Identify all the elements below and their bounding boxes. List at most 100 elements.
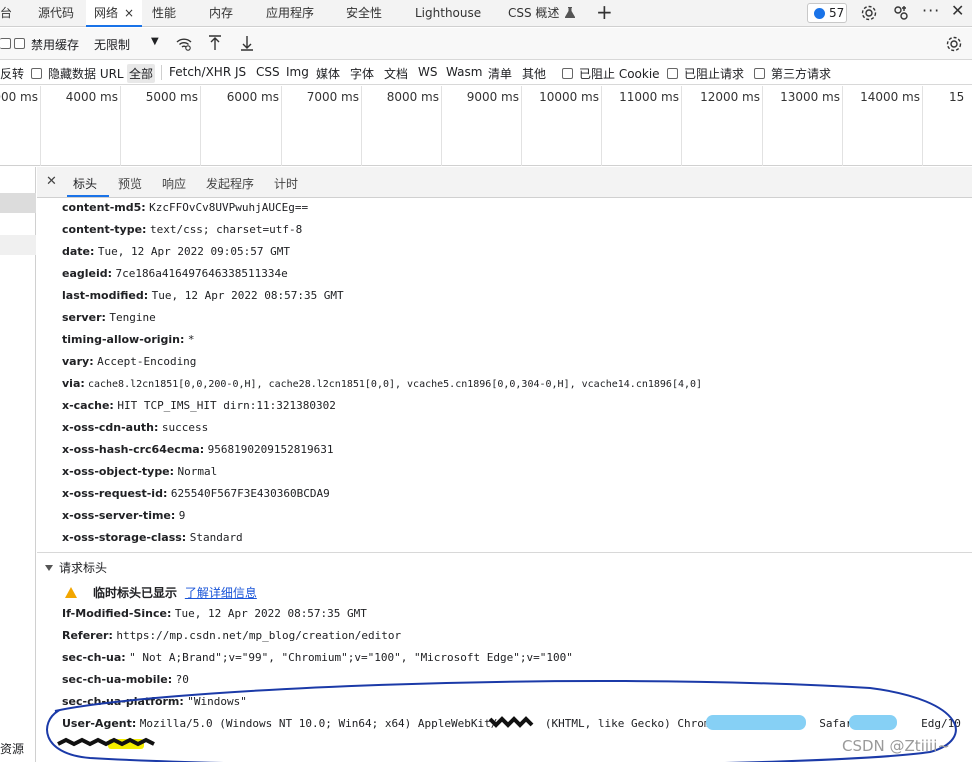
tab-label: CSS 概述	[508, 6, 560, 20]
header-row: x-oss-cdn-auth: success	[62, 421, 209, 434]
header-row: sec-ch-ua: " Not A;Brand";v="99", "Chrom…	[62, 651, 573, 664]
close-icon[interactable]: ×	[124, 6, 134, 20]
header-row: eagleid: 7ce186a416497646338511334e	[62, 267, 288, 280]
tab-label: 源代码	[38, 6, 75, 20]
tab-network[interactable]: 网络 ×	[86, 0, 143, 27]
filter-img[interactable]: Img	[286, 65, 309, 79]
header-row: x-oss-object-type: Normal	[62, 465, 218, 478]
filter-media[interactable]: 媒体	[316, 65, 340, 82]
header-row: content-type: text/css; charset=utf-8	[62, 223, 303, 236]
timeline-tick: 8000 ms	[361, 86, 441, 166]
blocked-requests-checkbox[interactable]	[667, 67, 678, 81]
hide-data-url-label: 隐藏数据 URL	[48, 67, 124, 81]
tab-performance[interactable]: 性能	[152, 0, 176, 27]
user-agent-row: User-Agent: Mozilla/5.0 (Windows NT 10.0…	[62, 717, 961, 730]
headers-panel: content-md5: KzcFFOvCv8UVPwuhjAUCEg== co…	[37, 199, 972, 762]
customize-icon[interactable]	[892, 4, 910, 22]
invert-label[interactable]: 反转	[0, 65, 24, 82]
filter-all[interactable]: 全部	[127, 64, 156, 83]
provisional-headers-warning: 临时标头已显示 了解详细信息	[65, 584, 257, 601]
request-list[interactable]: 资源	[0, 167, 36, 762]
header-row: x-cache: HIT TCP_IMS_HIT dirn:11:3213803…	[62, 399, 336, 412]
header-row: date: Tue, 12 Apr 2022 09:05:57 GMT	[62, 245, 290, 258]
header-row: sec-ch-ua-platform: "Windows"	[62, 695, 247, 708]
request-row[interactable]	[0, 235, 36, 255]
tab-memory[interactable]: 内存	[209, 0, 233, 27]
timeline-tick: 9000 ms	[441, 86, 521, 166]
header-row: x-oss-hash-crc64ecma: 956819020915281963…	[62, 443, 334, 456]
header-row: x-oss-storage-class: Standard	[62, 531, 243, 544]
filter-other[interactable]: 其他	[522, 65, 546, 82]
timeline-tick: 14000 ms	[842, 86, 922, 166]
add-tab-icon[interactable]: +	[596, 1, 613, 23]
tab-security[interactable]: 安全性	[346, 0, 382, 27]
third-party-checkbox[interactable]	[754, 67, 765, 81]
filter-doc[interactable]: 文档	[384, 65, 408, 82]
timeline-tick: 12000 ms	[681, 86, 762, 166]
tab-label: Lighthouse	[415, 6, 482, 20]
timeline-overview[interactable]: 000 ms 4000 ms 5000 ms 6000 ms 7000 ms 8…	[0, 86, 972, 166]
network-settings-icon[interactable]	[945, 35, 963, 53]
tab-label: 应用程序	[266, 6, 315, 20]
warning-icon	[65, 587, 77, 598]
timeline-tick: 4000 ms	[40, 86, 120, 166]
hide-data-url-checkbox[interactable]	[31, 67, 42, 81]
request-headers-toggle[interactable]: 请求标头	[45, 559, 107, 576]
flask-icon	[565, 7, 576, 18]
request-row-selected[interactable]	[0, 193, 36, 213]
settings-gear-icon[interactable]	[860, 4, 878, 22]
warning-text: 临时标头已显示	[93, 586, 178, 600]
tab-console[interactable]: 台	[0, 0, 12, 27]
issues-badge[interactable]: 57	[807, 3, 847, 23]
filter-js[interactable]: JS	[235, 65, 246, 79]
filter-css[interactable]: CSS	[256, 65, 280, 79]
blocked-cookies-checkbox[interactable]	[562, 67, 573, 81]
filter-ws[interactable]: WS	[418, 65, 437, 79]
section-title: 请求标头	[59, 561, 108, 575]
timeline-tick: 15	[922, 86, 972, 166]
blocked-cookies-label: 已阻止 Cookie	[579, 67, 660, 81]
tab-initiator[interactable]: 发起程序	[206, 175, 254, 192]
timeline-tick: 13000 ms	[762, 86, 842, 166]
tab-css-overview[interactable]: CSS 概述	[508, 0, 576, 27]
network-conditions-icon[interactable]	[176, 37, 192, 51]
timeline-tick: 7000 ms	[281, 86, 361, 166]
summary-resources-label: 资源	[0, 742, 25, 756]
blocked-requests-label: 已阻止请求	[684, 67, 745, 81]
network-toolbar: 禁用缓存 无限制 ▼	[0, 28, 972, 60]
disable-cache-checkbox[interactable]	[14, 37, 25, 51]
active-tab-indicator	[67, 195, 109, 197]
learn-more-link[interactable]: 了解详细信息	[185, 586, 257, 600]
issues-count: 57	[829, 6, 845, 20]
section-divider	[37, 552, 972, 553]
close-devtools-icon[interactable]: ✕	[951, 2, 964, 20]
tab-response[interactable]: 响应	[162, 175, 186, 192]
tab-label: 性能	[152, 6, 177, 20]
tab-timing[interactable]: 计时	[274, 175, 298, 192]
tab-label: 安全性	[346, 6, 383, 20]
tab-label: 台	[0, 6, 13, 20]
checkbox-cut[interactable]	[0, 37, 11, 51]
header-row: x-oss-server-time: 9	[62, 509, 186, 522]
header-row: timing-allow-origin: *	[62, 333, 195, 346]
filter-fetch-xhr[interactable]: Fetch/XHR	[169, 65, 231, 79]
filter-font[interactable]: 字体	[350, 65, 374, 82]
filter-manifest[interactable]: 清单	[488, 65, 512, 82]
tab-headers[interactable]: 标头	[73, 175, 97, 192]
tab-lighthouse[interactable]: Lighthouse	[415, 0, 481, 27]
header-row: x-oss-request-id: 625540F567F3E430360BCD…	[62, 487, 330, 500]
close-detail-icon[interactable]: ✕	[46, 174, 57, 189]
import-har-icon[interactable]	[208, 35, 222, 51]
tab-sources[interactable]: 源代码	[38, 0, 74, 27]
tab-preview[interactable]: 预览	[118, 175, 142, 192]
devtools-tab-bar: 台 源代码 网络 × 性能 内存 应用程序 安全性 Lighthouse CSS …	[0, 0, 972, 27]
detail-tabs: ✕ 标头 预览 响应 发起程序 计时	[37, 167, 972, 198]
dropdown-arrow-icon[interactable]: ▼	[151, 36, 159, 47]
more-options-icon[interactable]: ···	[922, 2, 940, 20]
export-har-icon[interactable]	[240, 35, 254, 51]
timeline-tick: 5000 ms	[120, 86, 200, 166]
filter-wasm[interactable]: Wasm	[446, 65, 482, 79]
separator	[161, 65, 162, 80]
tab-application[interactable]: 应用程序	[266, 0, 314, 27]
throttle-select[interactable]: 无限制	[94, 36, 130, 53]
